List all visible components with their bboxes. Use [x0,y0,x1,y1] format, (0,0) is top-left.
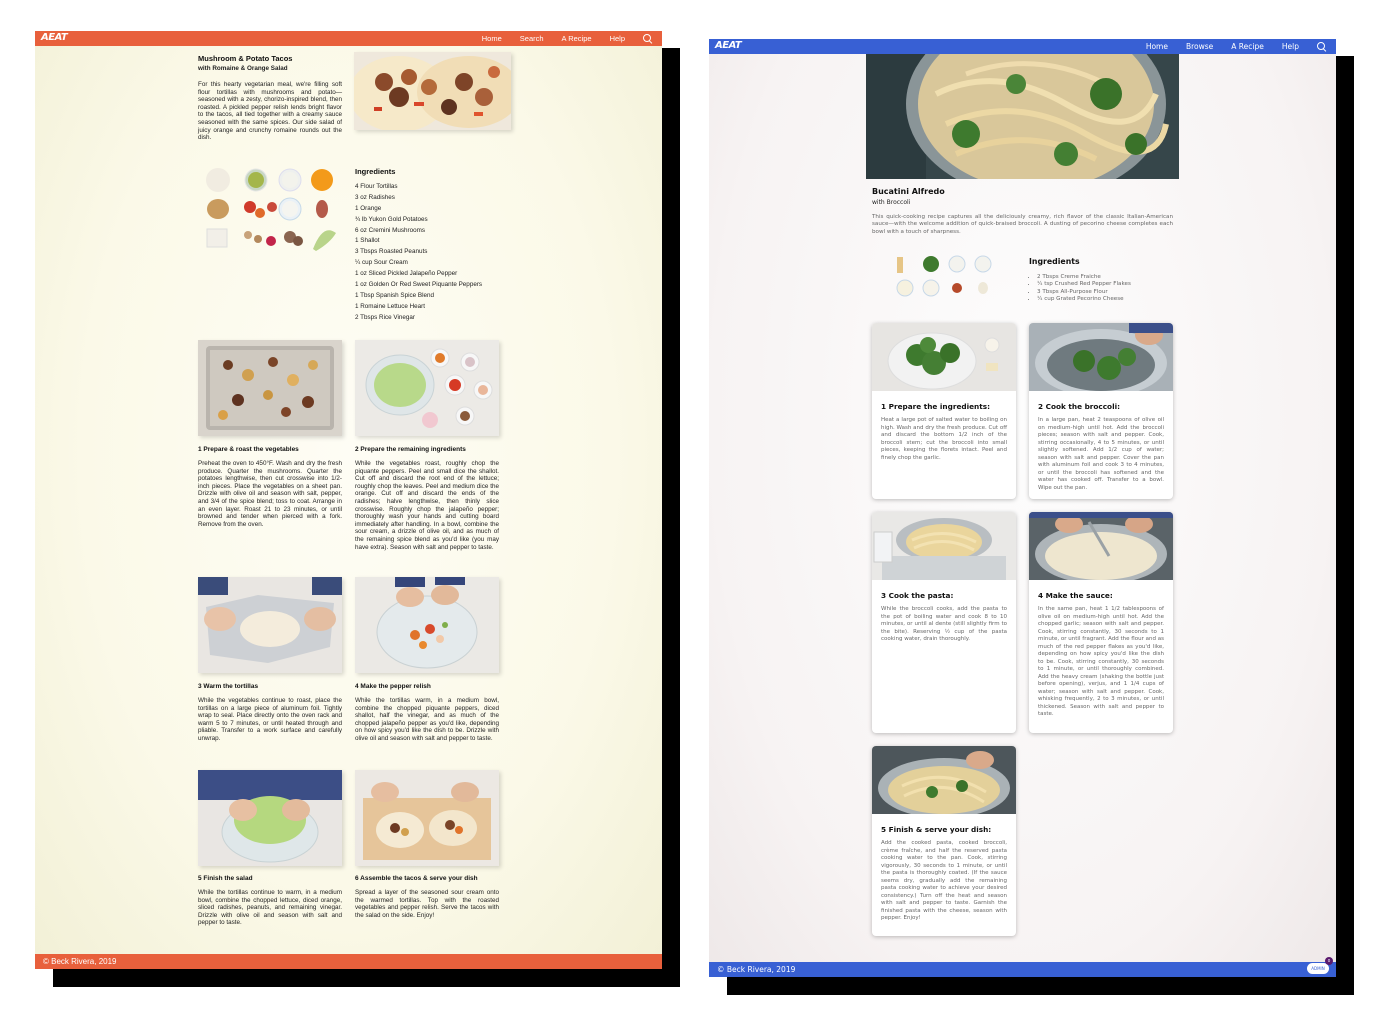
ingredient-item: ¾ lb Yukon Gold Potatoes [355,215,428,223]
recipe-description: For this hearty vegetarian meal, we're f… [198,81,342,142]
site-logo[interactable]: AEAT [41,32,68,45]
ingredient-item: 3 Tbsps All-Purpose Flour [1037,289,1131,296]
step-3-photo [198,577,342,673]
step-5-photo [872,746,1016,814]
step-5-text: While the tortillas continue to warm, in… [198,889,342,927]
step-1-text: Heat a large pot of salted water to boil… [881,417,1007,461]
ingredient-item: 1 oz Sliced Pickled Jalapeño Pepper [355,270,458,278]
footer: © Beck Rivera, 2019 [35,954,662,969]
search-icon[interactable] [1317,42,1326,51]
step-2-title: 2 Cook the broccoli: [1038,402,1120,411]
ingredient-item: 4 Flour Tortillas [355,183,398,190]
ingredients-list: 4 Flour Tortillas 3 oz Radishes 1 Orange… [355,182,482,324]
step-5-text: Add the cooked pasta, cooked broccoli, c… [881,840,1007,921]
stage: AEAT Home Search A Recipe Help Mushroom … [0,0,1386,1019]
step-card-1: 1 Prepare the ingredients: Heat a large … [872,323,1016,499]
recipe-subtitle: with Broccoli [872,199,911,206]
step-3-photo [872,512,1016,580]
nav-links: Home Search A Recipe Help [482,31,652,46]
ingredient-item: 1 oz Golden Or Red Sweet Piquante Pepper… [355,281,483,289]
step-2-text: While the vegetables roast, roughly chop… [355,460,499,551]
recipe-title: Mushroom & Potato Tacos [198,54,293,63]
step-2-text: In a large pan, heat 2 teaspoons of oliv… [1038,417,1164,491]
hero-photo [866,54,1179,179]
nav-home[interactable]: Home [1146,42,1168,51]
nav-help[interactable]: Help [1282,42,1299,51]
ingredients-photo [198,163,348,258]
top-nav: AEAT Home Search A Recipe Help [35,31,662,46]
step-6-photo [355,770,499,866]
step-card-3: 3 Cook the pasta: While the broccoli coo… [872,512,1016,733]
left-recipe-page: AEAT Home Search A Recipe Help Mushroom … [35,31,662,969]
step-4-title: 4 Make the sauce: [1038,591,1113,600]
step-card-5: 5 Finish & serve your dish: Add the cook… [872,746,1016,936]
ingredient-item: 3 Tbsps Roasted Peanuts [355,248,428,256]
step-2-photo [1029,323,1173,391]
ingredients-list: 2 Tbsps Creme Fraiche ¼ tsp Crushed Red … [1029,274,1131,304]
site-logo[interactable]: AEAT [715,40,742,53]
step-4-text: While the tortillas warm, in a medium bo… [355,697,499,742]
footer: © Beck Rivera, 2019 [709,962,1336,977]
nav-search[interactable]: Search [520,34,544,43]
admin-button[interactable]: ADMIN [1307,963,1329,974]
step-card-2: 2 Cook the broccoli: In a large pan, hea… [1029,323,1173,499]
nav-home[interactable]: Home [482,34,502,43]
step-2-title: 2 Prepare the remaining ingredients [355,446,466,453]
ingredient-item: 1 Orange [355,204,382,212]
top-nav: AEAT Home Browse A Recipe Help [709,39,1336,54]
nav-a-recipe[interactable]: A Recipe [1231,42,1264,51]
step-1-photo [872,323,1016,391]
step-4-text: In the same pan, heat 1 1/2 tablespoons … [1038,606,1164,717]
ingredient-item: 3 oz Radishes [355,193,395,201]
notification-badge: 0 [1325,957,1333,965]
ingredient-item: 2 Tbsps Rice Vinegar [355,313,415,321]
step-5-title: 5 Finish the salad [198,875,253,882]
nav-a-recipe[interactable]: A Recipe [562,34,592,43]
step-5-title: 5 Finish & serve your dish: [881,825,992,834]
step-1-title: 1 Prepare the ingredients: [881,402,991,411]
step-4-photo [355,577,499,673]
recipe-title: Bucatini Alfredo [872,187,945,196]
ingredient-item: ¼ cup Grated Pecorino Cheese [1037,296,1131,303]
step-3-text: While the broccoli cooks, add the pasta … [881,606,1007,642]
step-4-title: 4 Make the pepper relish [355,683,431,690]
step-3-text: While the vegetables continue to roast, … [198,697,342,742]
ingredient-item: ¼ tsp Crushed Red Pepper Flakes [1037,281,1131,288]
hero-photo [354,52,511,130]
step-card-4: 4 Make the sauce: In the same pan, heat … [1029,512,1173,733]
recipe-description: This quick-cooking recipe captures all t… [872,214,1173,235]
search-icon[interactable] [643,34,652,43]
recipe-subtitle: with Romaine & Orange Salad [198,65,288,72]
nav-browse[interactable]: Browse [1186,42,1213,51]
step-2-photo [355,340,499,436]
ingredient-item: ¼ cup Sour Cream [355,259,408,267]
step-1-title: 1 Prepare & roast the vegetables [198,446,299,453]
ingredient-item: 6 oz Cremini Mushrooms [355,226,425,234]
step-1-text: Preheat the oven to 450°F. Wash and dry … [198,460,342,528]
step-3-title: 3 Warm the tortillas [198,683,259,690]
nav-links: Home Browse A Recipe Help [1146,39,1326,54]
step-6-title: 6 Assemble the tacos & serve your dish [355,875,478,882]
ingredients-heading: Ingredients [355,167,396,176]
ingredients-photo [891,254,996,304]
ingredient-item: 1 Romaine Lettuce Heart [355,302,426,310]
step-1-photo [198,340,342,436]
step-5-photo [198,770,342,866]
step-6-text: Spread a layer of the seasoned sour crea… [355,889,499,919]
step-3-title: 3 Cook the pasta: [881,591,954,600]
ingredients-heading: Ingredients [1029,257,1080,266]
ingredient-item: 1 Shallot [355,237,380,245]
ingredient-item: 2 Tbsps Creme Fraiche [1037,274,1131,281]
nav-help[interactable]: Help [610,34,625,43]
step-4-photo [1029,512,1173,580]
ingredient-item: 1 Tbsp Spanish Spice Blend [355,291,434,299]
right-recipe-page: AEAT Home Browse A Recipe Help Bucatini … [709,39,1336,977]
